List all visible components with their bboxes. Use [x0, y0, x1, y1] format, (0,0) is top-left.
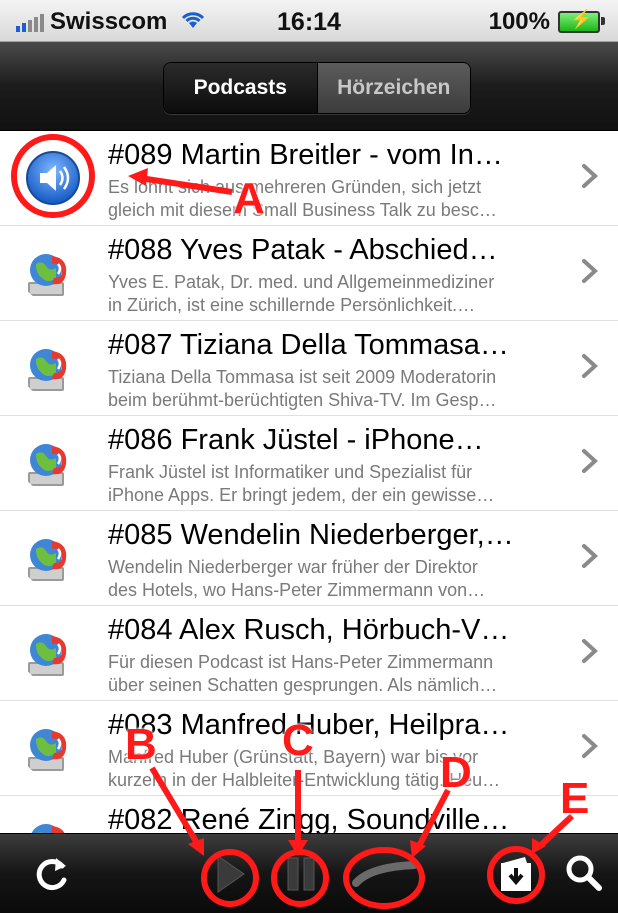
bottom-toolbar [0, 833, 618, 913]
battery-icon: ⚡ [558, 9, 605, 33]
list-item[interactable]: #086 Frank Jüstel - iPhone… Frank Jüstel… [0, 416, 618, 511]
chevron-right-icon [582, 164, 598, 188]
description-line: über seinen Schatten gesprungen. Als näm… [108, 675, 498, 695]
segmented-control: Podcasts Hörzeichen [163, 62, 471, 114]
description-line: Für diesen Podcast ist Hans-Peter Zimmer… [108, 652, 494, 672]
podcast-globe-icon [28, 729, 67, 771]
battery-label: 100% [488, 8, 550, 35]
chevron-right-icon [582, 639, 598, 663]
episode-title: #088 Yves Patak - Abschied… [108, 234, 498, 266]
description-line: in Zürich, ist eine schillernde Persönli… [108, 295, 476, 315]
annotation-label-c: C [282, 716, 314, 765]
chevron-right-icon [582, 259, 598, 283]
annotation-label-a: A [233, 174, 265, 223]
episode-description: Frank Jüstel ist Informatiker und Spezia… [108, 461, 568, 507]
episode-title: #085 Wendelin Niederberger,… [108, 519, 514, 551]
episode-title: #082 René Zingg, Soundville… [108, 804, 510, 833]
episode-title: #087 Tiziana Della Tommasa… [108, 329, 509, 361]
annotation-label-d: D [440, 748, 472, 797]
description-line: Manfred Huber (Grünstätt, Bayern) war bi… [108, 747, 479, 767]
tab-podcasts[interactable]: Podcasts [164, 63, 318, 113]
list-item[interactable]: #085 Wendelin Niederberger,… Wendelin Ni… [0, 511, 618, 606]
speaker-icon [18, 143, 88, 213]
episode-description: Yves E. Patak, Dr. med. und Allgemeinmed… [108, 271, 568, 317]
list-item[interactable]: #089 Martin Breitler - vom In… Es lohnt … [0, 131, 618, 226]
chevron-right-icon [582, 734, 598, 758]
episode-title: #084 Alex Rusch, Hörbuch-V… [108, 614, 510, 646]
chevron-right-icon [582, 354, 598, 378]
description-line: Wendelin Niederberger war früher der Dir… [108, 557, 478, 577]
list-item[interactable]: #084 Alex Rusch, Hörbuch-V… Für diesen P… [0, 606, 618, 701]
episode-description: Wendelin Niederberger war früher der Dir… [108, 556, 568, 602]
episode-description: Manfred Huber (Grünstätt, Bayern) war bi… [108, 746, 568, 792]
episode-description: Es lohnt sich aus mehreren Gründen, sich… [108, 176, 568, 222]
list-item[interactable]: #087 Tiziana Della Tommasa… Tiziana Dell… [0, 321, 618, 416]
description-line: Yves E. Patak, Dr. med. und Allgemeinmed… [108, 272, 495, 292]
episode-title: #089 Martin Breitler - vom In… [108, 139, 503, 171]
play-button[interactable] [205, 848, 255, 900]
description-line: Frank Jüstel ist Informatiker und Spezia… [108, 462, 473, 482]
description-line: iPhone Apps. Er bringt jedem, der ein ge… [108, 485, 495, 505]
progress-bar[interactable] [350, 856, 420, 892]
description-line: Es lohnt sich aus mehreren Gründen, sich… [108, 177, 482, 197]
import-icon [501, 857, 531, 891]
episode-description: Für diesen Podcast ist Hans-Peter Zimmer… [108, 651, 568, 697]
tab-hoerzeichen[interactable]: Hörzeichen [317, 63, 470, 113]
search-icon [566, 855, 602, 891]
chevron-right-icon [582, 449, 598, 473]
annotation-label-e: E [560, 774, 590, 823]
description-line: gleich mit diesem Small Business Talk zu… [108, 200, 497, 220]
annotation-label-b: B [125, 720, 157, 769]
episode-title: #086 Frank Jüstel - iPhone… [108, 424, 484, 456]
podcast-globe-icon [28, 254, 67, 296]
description-line: des Hotels, wo Hans-Peter Zimmermann von… [108, 580, 486, 600]
description-line: beim berühmt-berüchtigten Shiva-TV. Im G… [108, 390, 497, 410]
import-button[interactable] [492, 848, 540, 898]
description-line: Tiziana Della Tommasa ist seit 2009 Mode… [108, 367, 497, 387]
list-item[interactable]: #082 René Zingg, Soundville… [0, 796, 618, 833]
podcast-globe-icon [28, 349, 67, 391]
status-bar: Swisscom 16:14 100% ⚡ [0, 0, 618, 42]
podcast-globe-icon [31, 824, 65, 833]
search-button[interactable] [560, 850, 608, 896]
podcast-globe-icon [28, 539, 67, 581]
pause-icon [287, 857, 315, 891]
list-item[interactable]: #088 Yves Patak - Abschied… Yves E. Pata… [0, 226, 618, 321]
refresh-icon[interactable] [28, 852, 76, 896]
description-line: kurzem in der Halbleiter-Entwicklung tät… [108, 770, 501, 790]
chevron-right-icon [582, 544, 598, 568]
play-icon [217, 855, 245, 893]
pause-button[interactable] [276, 848, 326, 900]
podcast-globe-icon [28, 444, 67, 486]
battery: 100% ⚡ [488, 8, 605, 36]
podcast-globe-icon [28, 634, 67, 676]
episode-description: Tiziana Della Tommasa ist seit 2009 Mode… [108, 366, 568, 412]
navigation-bar: Podcasts Hörzeichen [0, 42, 618, 131]
episode-title: #083 Manfred Huber, Heilpra… [108, 709, 510, 741]
